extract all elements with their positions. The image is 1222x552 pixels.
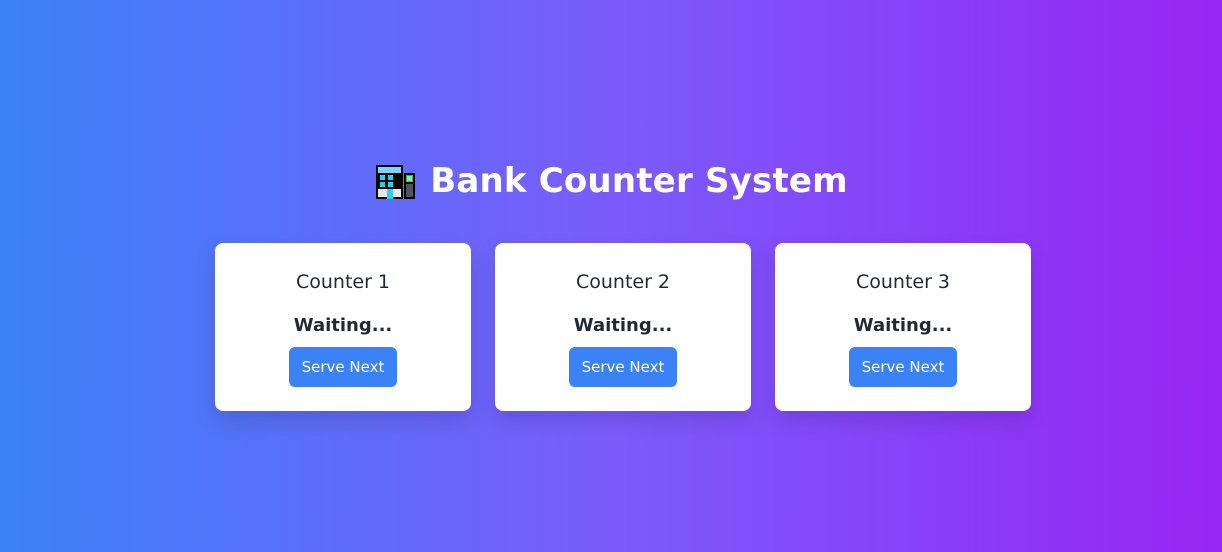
serve-next-button[interactable]: Serve Next — [849, 347, 957, 387]
counter-card-1: Counter 1 Waiting... Serve Next — [215, 243, 471, 411]
counter-name: Counter 2 — [575, 271, 671, 293]
counter-card-2: Counter 2 Waiting... Serve Next — [495, 243, 751, 411]
serve-next-button[interactable]: Serve Next — [289, 347, 397, 387]
serve-next-button[interactable]: Serve Next — [569, 347, 677, 387]
counter-status: Waiting... — [573, 315, 673, 336]
counter-name: Counter 3 — [855, 271, 951, 293]
page-header: Bank Counter System — [0, 160, 1222, 202]
counter-name: Counter 1 — [295, 271, 391, 293]
counter-card-3: Counter 3 Waiting... Serve Next — [775, 243, 1031, 411]
counter-status: Waiting... — [853, 315, 953, 336]
counter-status: Waiting... — [293, 315, 393, 336]
counter-list: Counter 1 Waiting... Serve Next Counter … — [215, 243, 1031, 411]
bank-building-icon — [374, 160, 416, 202]
page-title: Bank Counter System — [430, 161, 848, 201]
